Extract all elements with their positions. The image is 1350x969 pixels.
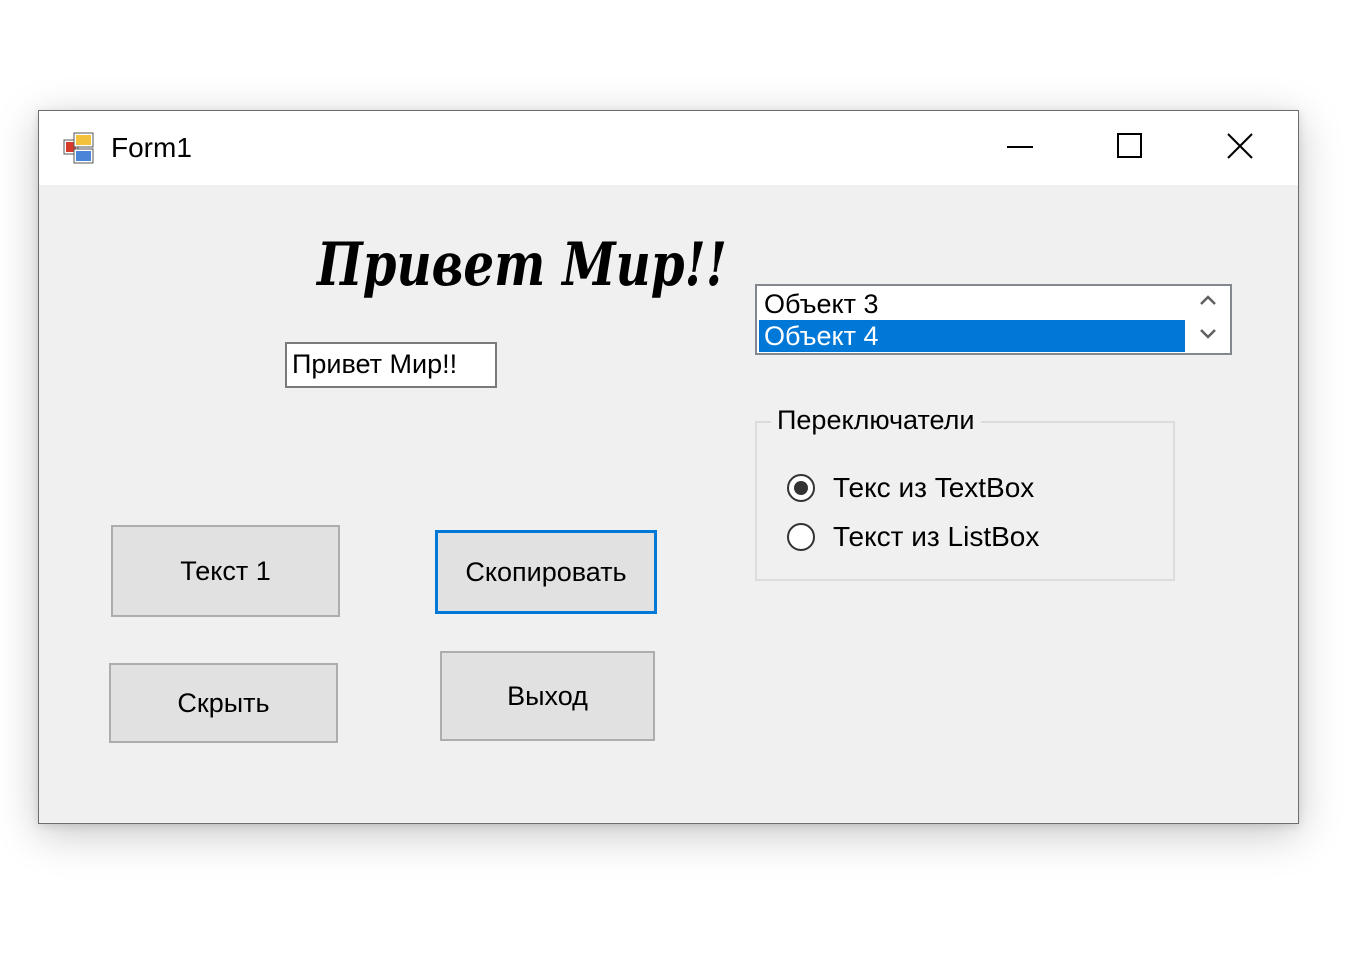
chevron-up-icon xyxy=(1198,293,1218,312)
scroll-down-button[interactable] xyxy=(1186,320,1230,353)
radio-textbox[interactable]: Текс из TextBox xyxy=(787,468,1034,508)
maximize-button[interactable] xyxy=(1075,111,1185,185)
text1-button[interactable]: Текст 1 xyxy=(111,525,340,617)
chevron-down-icon xyxy=(1198,327,1218,346)
copy-button[interactable]: Скопировать xyxy=(435,530,657,614)
minimize-button[interactable] xyxy=(965,111,1075,185)
radio-unchecked-icon[interactable] xyxy=(787,523,815,551)
object-listbox[interactable]: Объект 3 Объект 4 xyxy=(755,284,1232,355)
listbox-scrollbar[interactable] xyxy=(1186,286,1230,353)
form-window: Form1 Привет Мир!! Привет Мир!! Объект 3… xyxy=(38,110,1299,824)
switches-groupbox: Переключатели Текс из TextBox Текст из L… xyxy=(755,403,1175,581)
scroll-up-button[interactable] xyxy=(1186,286,1230,319)
greeting-text: Привет Мир!! xyxy=(315,230,727,300)
window-title: Form1 xyxy=(111,132,192,163)
groupbox-title: Переключатели xyxy=(771,403,981,437)
radio-listbox[interactable]: Текст из ListBox xyxy=(787,517,1039,557)
radio-checked-icon[interactable] xyxy=(787,474,815,502)
close-button[interactable] xyxy=(1185,111,1295,185)
hide-button[interactable]: Скрыть xyxy=(109,663,338,743)
greeting-label: Привет Мир!! xyxy=(315,211,735,311)
title-bar[interactable]: Form1 xyxy=(39,111,1298,185)
exit-button[interactable]: Выход xyxy=(440,651,655,741)
minimize-icon xyxy=(1005,131,1035,166)
list-item-selected[interactable]: Объект 4 xyxy=(759,320,1185,352)
app-icon xyxy=(63,131,97,165)
text-input[interactable]: Привет Мир!! xyxy=(285,342,497,388)
close-icon xyxy=(1225,131,1255,166)
radio-label[interactable]: Текст из ListBox xyxy=(833,521,1039,553)
list-item[interactable]: Объект 3 xyxy=(759,288,1185,320)
maximize-icon xyxy=(1115,131,1145,166)
radio-label[interactable]: Текс из TextBox xyxy=(833,472,1034,504)
